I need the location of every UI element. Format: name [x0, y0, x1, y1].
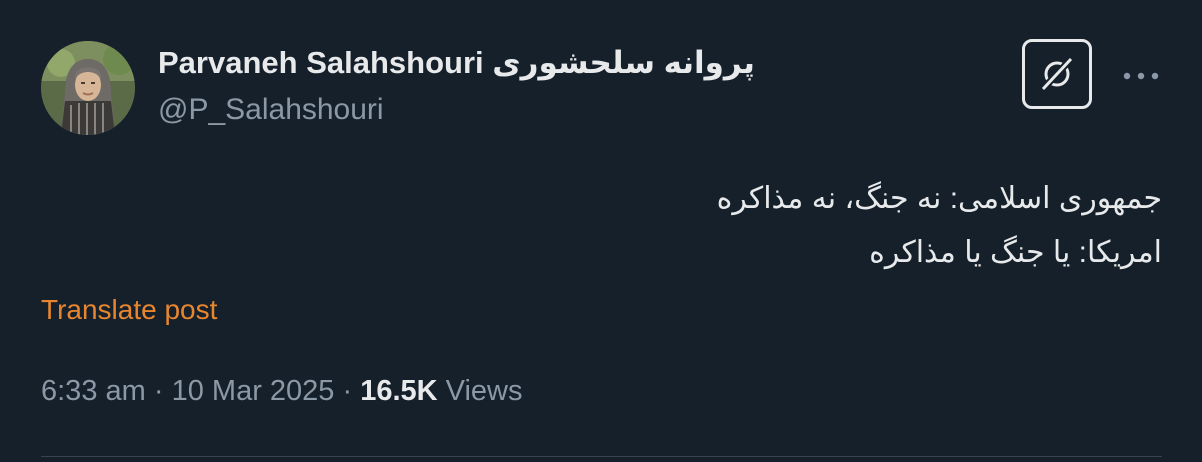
author-handle[interactable]: @P_Salahshouri	[158, 92, 384, 128]
post-line: جمهوری اسلامی: نه جنگ، نه مذاکره	[716, 182, 1162, 215]
tweet: Parvaneh Salahshouri پروانه سلحشوری @P_S…	[0, 0, 1202, 462]
avatar[interactable]	[41, 41, 135, 135]
post-date[interactable]: 10 Mar 2025	[172, 375, 335, 407]
post-metadata: 6:33 am · 10 Mar 2025 · 16.5K Views	[41, 372, 523, 410]
post-time[interactable]: 6:33 am	[41, 375, 146, 407]
author-name-latin: Parvaneh Salahshouri	[158, 45, 484, 80]
author-name-persian: پروانه سلحشوری	[492, 45, 755, 80]
grok-button[interactable]	[1022, 39, 1092, 109]
meta-separator: ·	[153, 375, 164, 407]
views-count[interactable]: 16.5K	[360, 375, 437, 407]
post-text: جمهوری اسلامی: نه جنگ، نه مذاکره امریکا:…	[62, 172, 1162, 280]
more-options-button[interactable]	[1118, 58, 1164, 94]
divider	[41, 456, 1162, 457]
post-line: امریکا: یا جنگ یا مذاکره	[869, 236, 1162, 269]
views-label[interactable]: Views	[446, 375, 523, 407]
avatar-image	[41, 41, 135, 135]
more-icon	[1123, 72, 1159, 80]
grok-icon	[1040, 56, 1074, 92]
meta-separator: ·	[342, 375, 353, 407]
translate-post-link[interactable]: Translate post	[41, 292, 217, 328]
author-display-name[interactable]: Parvaneh Salahshouri پروانه سلحشوری	[158, 44, 755, 82]
